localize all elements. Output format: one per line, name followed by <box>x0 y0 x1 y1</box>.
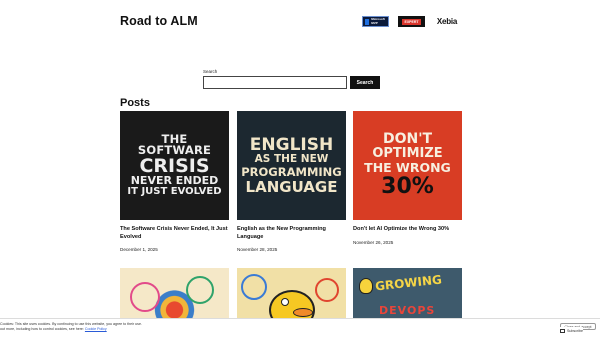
thumbnail-text: IT JUST EVOLVED <box>127 186 222 198</box>
thumbnail-text: GROWING <box>374 272 443 294</box>
thumbnail-text: 30% <box>381 174 434 200</box>
thumbnail-text: THE SOFTWARE <box>137 132 212 157</box>
post-thumbnail[interactable]: THE SOFTWARE CRISIS NEVER ENDED IT JUST … <box>120 111 229 220</box>
reader-icon <box>560 329 565 333</box>
cookie-line-2-text: out more, including how to control cooki… <box>0 327 84 331</box>
search-label: Search <box>203 69 218 74</box>
expert-badge-text: EXPERT <box>402 18 421 25</box>
post-date: November 28, 2025 <box>237 247 278 253</box>
thumbnail-text: DON'T <box>382 130 433 147</box>
cookie-policy-link[interactable]: Cookie Policy <box>85 327 107 331</box>
decorative-shape <box>130 282 160 312</box>
microsoft-logo-icon <box>365 18 370 25</box>
post-title-link[interactable]: English as the New Programming Language <box>237 226 346 241</box>
expert-badge[interactable]: EXPERT <box>398 16 425 27</box>
post-date: December 1, 2025 <box>120 247 158 253</box>
thumbnail-text: OPTIMIZE <box>372 146 443 162</box>
thumbnail-text: THE WRONG <box>364 160 451 176</box>
duck-eye-icon <box>281 298 289 306</box>
post-title-link[interactable]: The Software Crisis Never Ended, It Just… <box>120 226 229 241</box>
thumbnail-text: NEVER ENDED <box>130 173 219 187</box>
post-thumbnail[interactable]: ENGLISH AS THE NEW PROGRAMMING LANGUAGE <box>237 111 346 220</box>
mvp-badge-text: Microsoft MVP <box>371 17 385 25</box>
cookie-banner-text: Cookies: This site uses cookies. By cont… <box>0 322 150 332</box>
thumbnail-text: AS THE NEW <box>254 153 329 165</box>
site-title[interactable]: Road to ALM <box>120 14 198 28</box>
subscribe-button[interactable]: Subscribe <box>560 327 583 335</box>
thumbnail-text: CRISIS <box>139 154 210 177</box>
xebia-logo[interactable]: Xebia <box>434 16 460 27</box>
thumbnail-text: LANGUAGE <box>245 177 338 196</box>
decorative-shape <box>315 278 339 302</box>
subscribe-label: Subscribe <box>567 329 583 333</box>
post-card: ENGLISH AS THE NEW PROGRAMMING LANGUAGE … <box>237 111 346 252</box>
posts-heading: Posts <box>120 97 150 109</box>
thumbnail-text: DEVOPS <box>379 304 436 317</box>
search-input[interactable] <box>203 76 347 89</box>
duck-beak-icon <box>293 308 313 317</box>
decorative-shape <box>186 276 214 304</box>
lightbulb-icon <box>359 278 373 294</box>
header-badges: Microsoft MVP EXPERT Xebia <box>362 16 460 27</box>
search-button[interactable]: Search <box>350 76 380 89</box>
post-card: THE SOFTWARE CRISIS NEVER ENDED IT JUST … <box>120 111 229 252</box>
post-card: DON'T OPTIMIZE THE WRONG 30% Don't let A… <box>353 111 462 245</box>
cookie-line-2: out more, including how to control cooki… <box>0 327 150 332</box>
post-thumbnail[interactable]: DON'T OPTIMIZE THE WRONG 30% <box>353 111 462 220</box>
thumbnail-text: PROGRAMMING <box>241 164 342 179</box>
decorative-shape <box>241 274 267 300</box>
cookie-banner: Cookies: This site uses cookies. By cont… <box>0 318 600 338</box>
post-date: November 26, 2025 <box>353 239 394 245</box>
thumbnail-text: ENGLISH <box>249 134 334 155</box>
mvp-badge[interactable]: Microsoft MVP <box>362 16 389 27</box>
post-title-link[interactable]: Don't let AI Optimize the Wrong 30% <box>353 226 462 234</box>
